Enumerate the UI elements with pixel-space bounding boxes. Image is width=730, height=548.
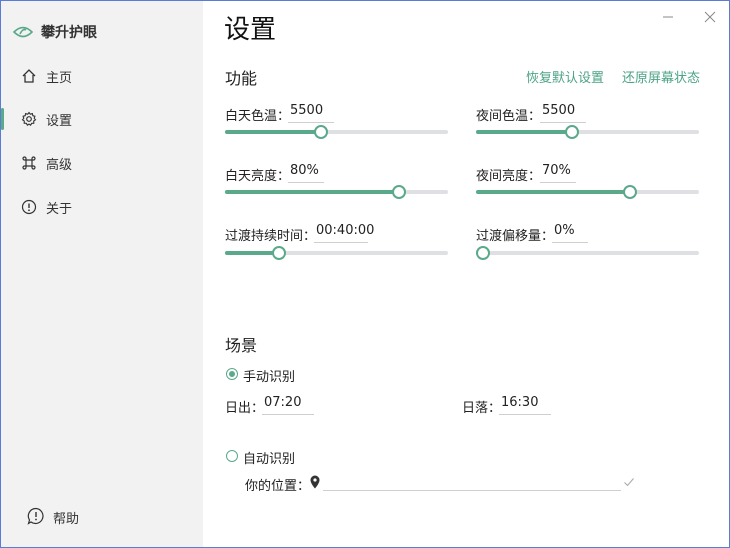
slider-thumb[interactable] xyxy=(476,246,490,260)
day-brightness-input[interactable]: 80% xyxy=(288,163,324,183)
location-input[interactable] xyxy=(323,475,621,491)
night-brightness-slider[interactable] xyxy=(476,184,699,200)
manual-detect-radio[interactable] xyxy=(226,368,238,380)
day-temp-slider[interactable] xyxy=(225,124,448,140)
manual-detect-label: 手动识别 xyxy=(243,370,296,385)
slider-thumb[interactable] xyxy=(392,185,406,199)
sidebar: 攀升护眼 主页 设置 高级 关于 帮助 xyxy=(1,1,203,547)
gear-icon xyxy=(21,111,37,127)
slider-thumb[interactable] xyxy=(272,246,286,260)
night-temp-label: 夜间色温： xyxy=(476,109,542,124)
close-icon[interactable] xyxy=(700,7,720,27)
sidebar-item-label: 高级 xyxy=(46,157,73,173)
slider-fill xyxy=(225,130,321,134)
location-label: 你的位置： xyxy=(245,479,311,494)
restore-screen-link[interactable]: 还原屏幕状态 xyxy=(622,67,700,86)
app-title: 攀升护眼 xyxy=(41,25,97,41)
sidebar-item-settings[interactable]: 设置 xyxy=(1,104,203,134)
night-brightness-label: 夜间亮度： xyxy=(476,169,542,184)
day-brightness-label: 白天亮度： xyxy=(225,169,291,184)
sunset-label: 日落： xyxy=(462,401,502,416)
slider-fill xyxy=(225,190,399,194)
help-button[interactable]: 帮助 xyxy=(1,501,203,531)
sidebar-item-label: 设置 xyxy=(46,113,73,129)
sidebar-item-home[interactable]: 主页 xyxy=(1,61,203,91)
command-icon xyxy=(22,156,36,170)
function-section-title: 功能 xyxy=(225,69,258,88)
night-brightness-input[interactable]: 70% xyxy=(540,163,576,183)
slider-fill xyxy=(476,190,630,194)
transition-offset-label: 过渡偏移量： xyxy=(476,229,555,244)
night-temp-slider[interactable] xyxy=(476,124,699,140)
brand: 攀升护眼 xyxy=(13,21,97,43)
settings-panel: 设置 功能 恢复默认设置 还原屏幕状态 白天色温： 5500 夜间色温： 550… xyxy=(203,1,729,547)
restore-default-link[interactable]: 恢复默认设置 xyxy=(526,67,604,86)
minimize-icon[interactable] xyxy=(658,7,678,27)
transition-offset-slider[interactable] xyxy=(476,245,699,261)
slider-thumb[interactable] xyxy=(623,185,637,199)
app-window: 攀升护眼 主页 设置 高级 关于 帮助 设置 功能 恢复默认设置 还原屏幕状态 … xyxy=(0,0,730,548)
info-icon xyxy=(21,199,37,215)
slider-thumb[interactable] xyxy=(565,125,579,139)
eye-logo-icon xyxy=(13,26,33,38)
location-pin-icon xyxy=(310,475,320,489)
day-temp-label: 白天色温： xyxy=(225,109,291,124)
auto-detect-radio[interactable] xyxy=(226,450,238,462)
sidebar-item-about[interactable]: 关于 xyxy=(1,192,203,222)
day-temp-input[interactable]: 5500 xyxy=(288,103,334,123)
auto-detect-label: 自动识别 xyxy=(243,452,296,467)
sunrise-label: 日出： xyxy=(225,401,265,416)
check-icon[interactable] xyxy=(623,476,635,488)
page-title: 设置 xyxy=(224,15,277,45)
sidebar-item-label: 主页 xyxy=(46,70,73,86)
sunrise-input[interactable]: 07:20 xyxy=(262,395,314,415)
home-icon xyxy=(22,69,36,83)
scene-section-title: 场景 xyxy=(225,336,258,355)
transition-duration-input[interactable]: 00:40:00 xyxy=(314,223,374,243)
day-brightness-slider[interactable] xyxy=(225,184,448,200)
night-temp-input[interactable]: 5500 xyxy=(540,103,586,123)
transition-duration-slider[interactable] xyxy=(225,245,448,261)
slider-thumb[interactable] xyxy=(314,125,328,139)
help-chat-icon xyxy=(27,507,44,525)
slider-fill xyxy=(476,130,572,134)
slider-track xyxy=(476,251,699,255)
help-label: 帮助 xyxy=(53,512,80,527)
sidebar-item-label: 关于 xyxy=(46,201,73,217)
transition-offset-input[interactable]: 0% xyxy=(552,223,588,243)
sunset-input[interactable]: 16:30 xyxy=(499,395,551,415)
slider-fill xyxy=(225,251,279,255)
sidebar-item-advanced[interactable]: 高级 xyxy=(1,148,203,178)
transition-duration-label: 过渡持续时间： xyxy=(225,229,317,244)
